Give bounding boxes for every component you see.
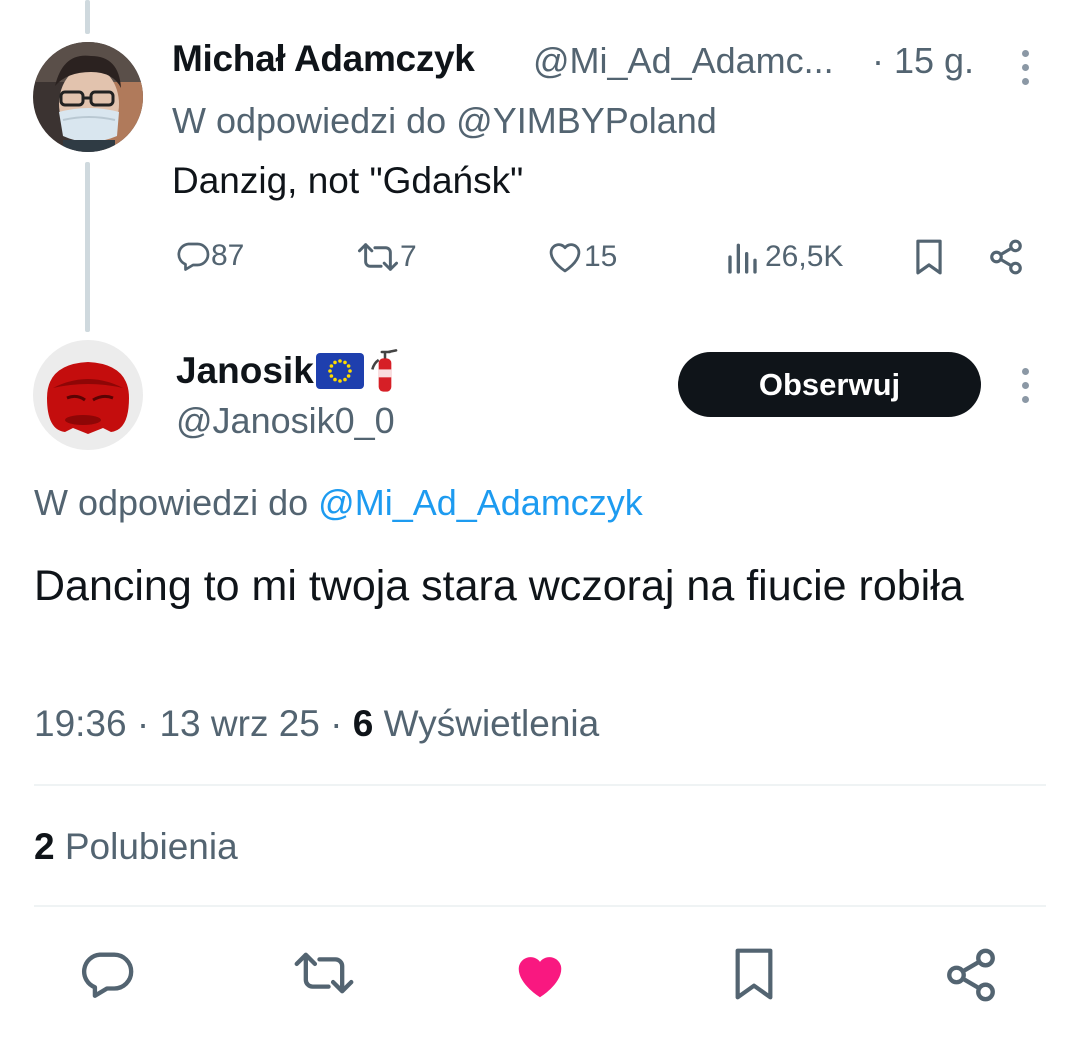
speech-bubble-icon (177, 242, 210, 271)
avatar-janosik[interactable] (33, 340, 143, 450)
bookmark-icon (735, 948, 773, 1000)
reply-button[interactable] (78, 945, 136, 1008)
retweet-arrows-icon (294, 952, 354, 994)
tweet2-text: Dancing to mi twoja stara wczoraj na fiu… (34, 562, 964, 610)
divider-2 (34, 905, 1046, 907)
tweet1-text: Danzig, not "Gdańsk" (172, 160, 524, 201)
tweet2-author-handle[interactable]: @Janosik0_0 (176, 400, 395, 442)
reply-prefix: W odpowiedzi do (34, 482, 319, 523)
tweet2-likes-label: Polubienia (54, 826, 238, 867)
tweet1-author-name[interactable]: Michał Adamczyk (172, 38, 475, 80)
tweet1-reply-button[interactable]: 87 (175, 238, 244, 274)
tweet1-share-button[interactable] (986, 238, 1026, 276)
fire-extinguisher-icon (370, 349, 398, 392)
tweet2-author-name[interactable]: Janosik (176, 350, 314, 392)
tweet2-more-icon[interactable] (1019, 368, 1031, 403)
tweet2-author[interactable]: Janosik (176, 347, 404, 395)
tweet1-reply-context: W odpowiedzi do @YIMBYPoland (172, 100, 717, 142)
tweet2-timestamp[interactable]: 19:36 · 13 wrz 25 · (34, 703, 353, 744)
bar-chart-icon (728, 243, 757, 274)
bookmark-icon (916, 239, 942, 275)
tweet1-author-handle[interactable]: @Mi_Ad_Adamc... (533, 40, 834, 82)
retweet-button[interactable] (292, 948, 356, 1003)
eu-flag-icon (315, 353, 364, 389)
share-nodes-icon (990, 239, 1022, 275)
heart-icon (518, 957, 562, 998)
tweet1-like-button[interactable]: 15 (546, 240, 617, 274)
tweet1-timestamp[interactable]: · 15 g. (872, 40, 974, 82)
reply-mention[interactable]: @YIMBYPoland (456, 100, 717, 141)
tweet2-views-label: Wyświetlenia (373, 703, 600, 744)
tweet2-likes-summary[interactable]: 2 Polubienia (34, 826, 238, 868)
tweet2-views-count: 6 (352, 703, 374, 744)
like-button[interactable] (510, 950, 570, 1007)
speech-bubble-icon (81, 952, 134, 998)
tweet1-retweet-button[interactable]: 7 (356, 240, 417, 274)
tweet1-like-count: 15 (584, 240, 618, 273)
thread-line-top (85, 0, 90, 34)
reply-mention[interactable]: @Mi_Ad_Adamczyk (318, 482, 643, 523)
tweet1-more-icon[interactable] (1019, 50, 1031, 85)
tweet2-reply-context: W odpowiedzi do @Mi_Ad_Adamczyk (34, 482, 643, 524)
avatar-michal[interactable] (33, 42, 143, 152)
retweet-arrows-icon (357, 243, 399, 271)
tweet1-reply-count: 87 (211, 239, 245, 272)
tweet2-meta: 19:36 · 13 wrz 25 · 6 Wyświetlenia (34, 703, 599, 745)
tweet1-view-count: 26,5K (765, 240, 844, 273)
tweet2-likes-count: 2 (34, 826, 55, 867)
divider-1 (34, 784, 1046, 786)
heart-icon (549, 243, 581, 273)
thread-line-connector (85, 162, 90, 332)
tweet1-retweet-count: 7 (400, 240, 417, 273)
tweet1-bookmark-button[interactable] (913, 238, 945, 276)
share-button[interactable] (942, 946, 1000, 1009)
share-nodes-icon (947, 948, 995, 1002)
tweet1-views-button[interactable]: 26,5K (725, 240, 843, 274)
follow-button[interactable]: Obserwuj (678, 352, 981, 417)
reply-prefix: W odpowiedzi do (172, 100, 457, 141)
bookmark-button[interactable] (730, 946, 778, 1007)
